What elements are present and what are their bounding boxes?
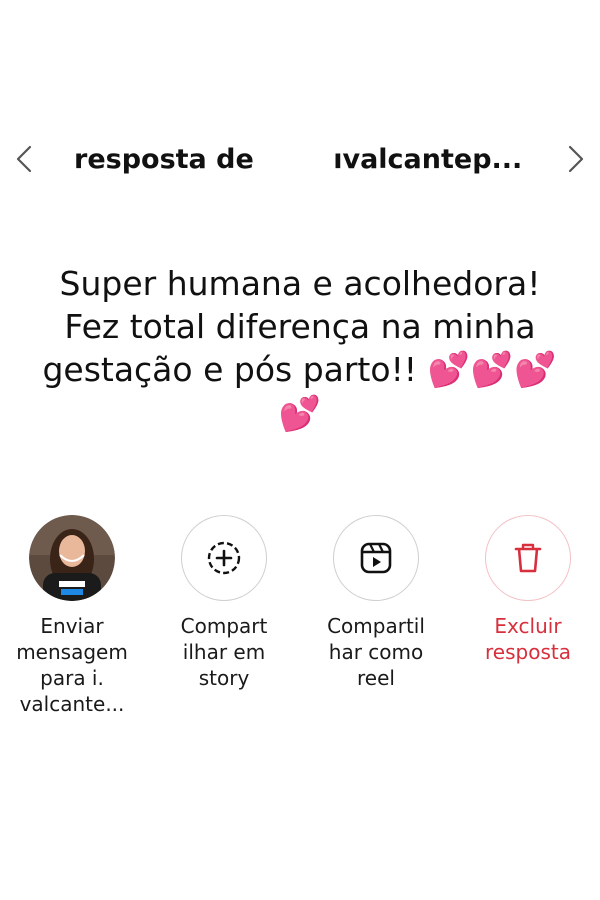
header-title-suffix: ıvalcantep... bbox=[333, 144, 523, 175]
reply-line-2: Fez total diferença na minha bbox=[64, 307, 536, 346]
heart-emoji: 💕 bbox=[278, 394, 322, 434]
reply-line-3: gestação e pós parto!! 💕💕💕 bbox=[20, 348, 580, 392]
share-as-reel-button[interactable]: Compartil har como reel bbox=[306, 515, 446, 691]
send-message-button[interactable]: Enviar mensagem para i. valcante... bbox=[2, 515, 142, 717]
share-to-story-button[interactable]: Compart ilhar em story bbox=[154, 515, 294, 691]
chevron-left-icon[interactable] bbox=[8, 142, 42, 176]
redacted-username bbox=[265, 146, 332, 175]
share-as-reel-label: Compartil har como reel bbox=[327, 614, 425, 690]
hearts-emoji: 💕💕💕 bbox=[427, 350, 558, 390]
delete-reply-button[interactable]: Excluir resposta bbox=[458, 515, 598, 665]
header-title-prefix: resposta de bbox=[74, 144, 254, 175]
send-message-label: Enviar mensagem para i. valcante... bbox=[16, 614, 128, 716]
actions-row: Enviar mensagem para i. valcante... Comp… bbox=[0, 515, 600, 735]
reel-icon[interactable] bbox=[333, 515, 419, 601]
delete-reply-label: Excluir resposta bbox=[485, 614, 571, 664]
header: resposta de ıvalcantep... bbox=[0, 130, 600, 190]
chevron-right-icon[interactable] bbox=[558, 142, 592, 176]
header-title: resposta de ıvalcantep... bbox=[74, 142, 534, 178]
trash-icon[interactable] bbox=[485, 515, 571, 601]
reply-line-1: Super humana e acolhedora! bbox=[59, 264, 541, 303]
reply-text: Super humana e acolhedora! Fez total dif… bbox=[20, 262, 580, 436]
avatar[interactable] bbox=[29, 515, 115, 601]
add-to-story-icon[interactable] bbox=[181, 515, 267, 601]
reply-line-3-text: gestação e pós parto!! bbox=[42, 350, 418, 389]
share-to-story-label: Compart ilhar em story bbox=[180, 614, 268, 690]
